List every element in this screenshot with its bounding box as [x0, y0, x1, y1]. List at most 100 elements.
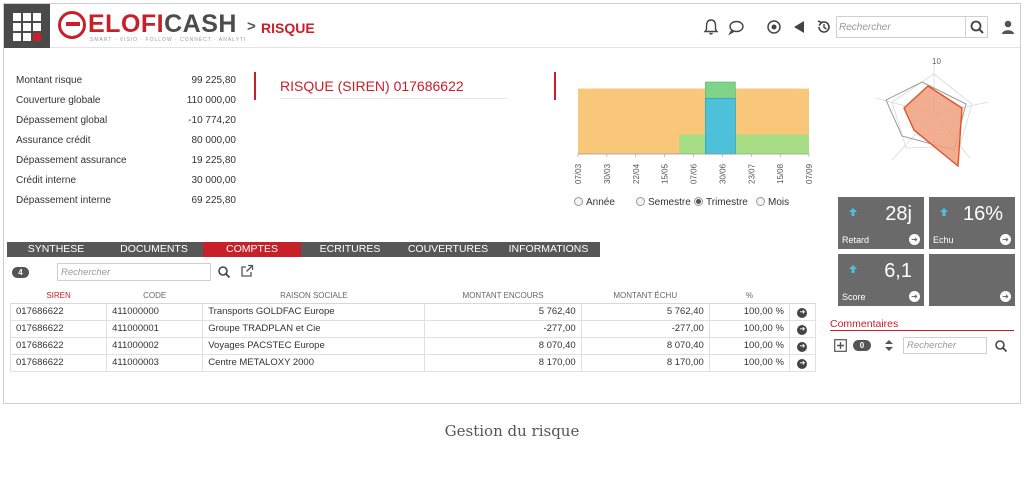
table-cell: 411000002 [106, 336, 204, 355]
row-action[interactable]: ➜ [788, 302, 817, 321]
summary-value: 99 225,80 [191, 75, 237, 86]
table-cell: 8 070,40 [580, 336, 710, 355]
table-row[interactable]: 017686622 411000001 Groupe TRADPLAN et Cie… [9, 319, 817, 338]
app-logo[interactable]: ELOFICASH [88, 10, 237, 39]
user-icon[interactable] [999, 18, 1017, 36]
table-cell: 017686622 [9, 336, 108, 355]
radio-button[interactable] [756, 197, 765, 206]
table-search-icon[interactable] [217, 265, 231, 279]
column-header[interactable]: CODE [106, 288, 203, 304]
app-window: ELOFICASH SMART · VISIO · FOLLOW · CONNE… [3, 3, 1021, 404]
arrow-right-icon[interactable]: ➜ [797, 324, 808, 335]
column-header[interactable]: MONTANT ENCOURS [424, 288, 582, 304]
table-cell: Groupe TRADPLAN et Cie [202, 319, 426, 338]
chart-mark-series-4 [705, 98, 736, 155]
radio-button[interactable] [636, 197, 645, 206]
comment-search-icon[interactable] [994, 339, 1008, 353]
tab-informations[interactable]: INFORMATIONS [497, 242, 600, 257]
history-icon[interactable] [815, 18, 833, 36]
kpi-tile[interactable]: 16% Echu ➜ [929, 197, 1015, 249]
bell-icon[interactable] [702, 18, 720, 36]
period-option[interactable]: Mois [756, 197, 789, 208]
tab-comptes[interactable]: COMPTES [203, 242, 301, 257]
period-option[interactable]: Trimestre [694, 197, 748, 208]
tab-synthese[interactable]: SYNTHESE [7, 242, 105, 257]
period-option-label: Mois [768, 197, 790, 208]
table-cell: 017686622 [9, 353, 108, 372]
column-header[interactable]: MONTANT ÉCHU [581, 288, 710, 304]
add-comment-icon[interactable] [834, 339, 847, 352]
summary-row: Dépassement interne 69 225,80 [16, 192, 236, 212]
table-cell: Voyages PACSTEC Europe [202, 336, 426, 355]
table-search-input[interactable] [57, 263, 211, 281]
row-action[interactable]: ➜ [788, 319, 817, 338]
table-cell: 411000003 [106, 353, 204, 372]
arrow-right-icon[interactable]: ➜ [1000, 291, 1011, 302]
tab-documents[interactable]: DOCUMENTS [105, 242, 203, 257]
app-launcher-icon[interactable] [4, 4, 50, 48]
summary-label: Couverture globale [16, 95, 101, 106]
period-option[interactable]: Année [574, 197, 615, 208]
kpi-label: Retard [842, 235, 870, 245]
kpi-label: Echu [933, 235, 954, 245]
comments-toolbar: 0 [832, 337, 1016, 355]
period-option-label: Semestre [648, 197, 691, 208]
row-action[interactable]: ➜ [788, 336, 817, 355]
comment-count-badge: 0 [853, 340, 871, 351]
summary-row: Assurance crédit 80 000,00 [16, 132, 236, 152]
risk-title-box: RISQUE (SIREN) 017686622 [254, 72, 556, 100]
table-row[interactable]: 017686622 411000003 Centre METALOXY 2000 8 … [9, 353, 817, 372]
arrow-right-icon[interactable]: ➜ [797, 341, 808, 352]
period-option[interactable]: Semestre [636, 197, 691, 208]
arrow-right-icon[interactable]: ➜ [909, 291, 920, 302]
table-cell: Centre METALOXY 2000 [202, 353, 426, 372]
chart-mark-series-2 [736, 134, 766, 154]
table-row[interactable]: 017686622 411000000 Transports GOLDFAC Eur… [9, 302, 817, 321]
radio-button[interactable] [694, 197, 703, 206]
kpi-tile[interactable]: 6,1 Score ➜ [838, 254, 924, 306]
chart-mark-series-2 [679, 134, 708, 154]
comment-search-input[interactable] [903, 337, 987, 354]
logo-tagline: SMART · VISIO · FOLLOW · CONNECT · ANALY… [90, 37, 247, 43]
summary-label: Montant risque [16, 75, 83, 86]
chart-x-tick-label: 22/04 [632, 163, 641, 184]
search-icon [970, 20, 984, 34]
back-arrow-icon[interactable] [790, 18, 808, 36]
chart-x-tick-label: 07/09 [805, 163, 814, 184]
kpi-tile[interactable]: ➜ [929, 254, 1015, 306]
table-cell: Transports GOLDFAC Europe [202, 302, 426, 321]
table-row[interactable]: 017686622 411000002 Voyages PACSTEC Europe… [9, 336, 817, 355]
period-option-label: Trimestre [706, 197, 748, 208]
target-icon[interactable] [765, 18, 783, 36]
tab-couvertures[interactable]: COUVERTURES [399, 242, 497, 257]
arrow-right-icon[interactable]: ➜ [797, 307, 808, 318]
summary-value: -10 774,20 [188, 115, 236, 126]
kpi-value: 28j [885, 203, 912, 225]
summary-row: Couverture globale 110 000,00 [16, 92, 236, 112]
chat-icon[interactable] [727, 18, 745, 36]
summary-row: Dépassement assurance 19 225,80 [16, 152, 236, 172]
table-body: 017686622 411000000 Transports GOLDFAC Eur… [9, 302, 817, 372]
summary-value: 30 000,00 [191, 175, 237, 186]
tab-ecritures[interactable]: ECRITURES [301, 242, 399, 257]
table-cell: 100,00 % [708, 319, 790, 338]
sort-icon[interactable] [884, 339, 894, 352]
summary-label: Dépassement global [16, 115, 108, 126]
row-action[interactable]: ➜ [788, 353, 817, 372]
external-link-icon[interactable] [240, 264, 254, 278]
table-cell: 411000000 [106, 302, 204, 321]
summary-value: 110 000,00 [186, 95, 236, 106]
radio-button[interactable] [574, 197, 583, 206]
arrow-right-icon[interactable]: ➜ [909, 234, 920, 245]
arrow-right-icon[interactable]: ➜ [797, 358, 808, 369]
column-header[interactable]: % [709, 288, 790, 304]
column-header[interactable]: RAISON SOCIALE [202, 288, 425, 304]
table-cell: -277,00 [580, 319, 710, 338]
global-search-button[interactable] [965, 17, 988, 37]
table-cell: 100,00 % [708, 336, 790, 355]
arrow-right-icon[interactable]: ➜ [1000, 234, 1011, 245]
column-header[interactable]: SIREN [10, 288, 107, 304]
table-cell: 017686622 [9, 319, 108, 338]
kpi-tile[interactable]: 28j Retard ➜ [838, 197, 924, 249]
global-search-input[interactable] [839, 19, 963, 35]
